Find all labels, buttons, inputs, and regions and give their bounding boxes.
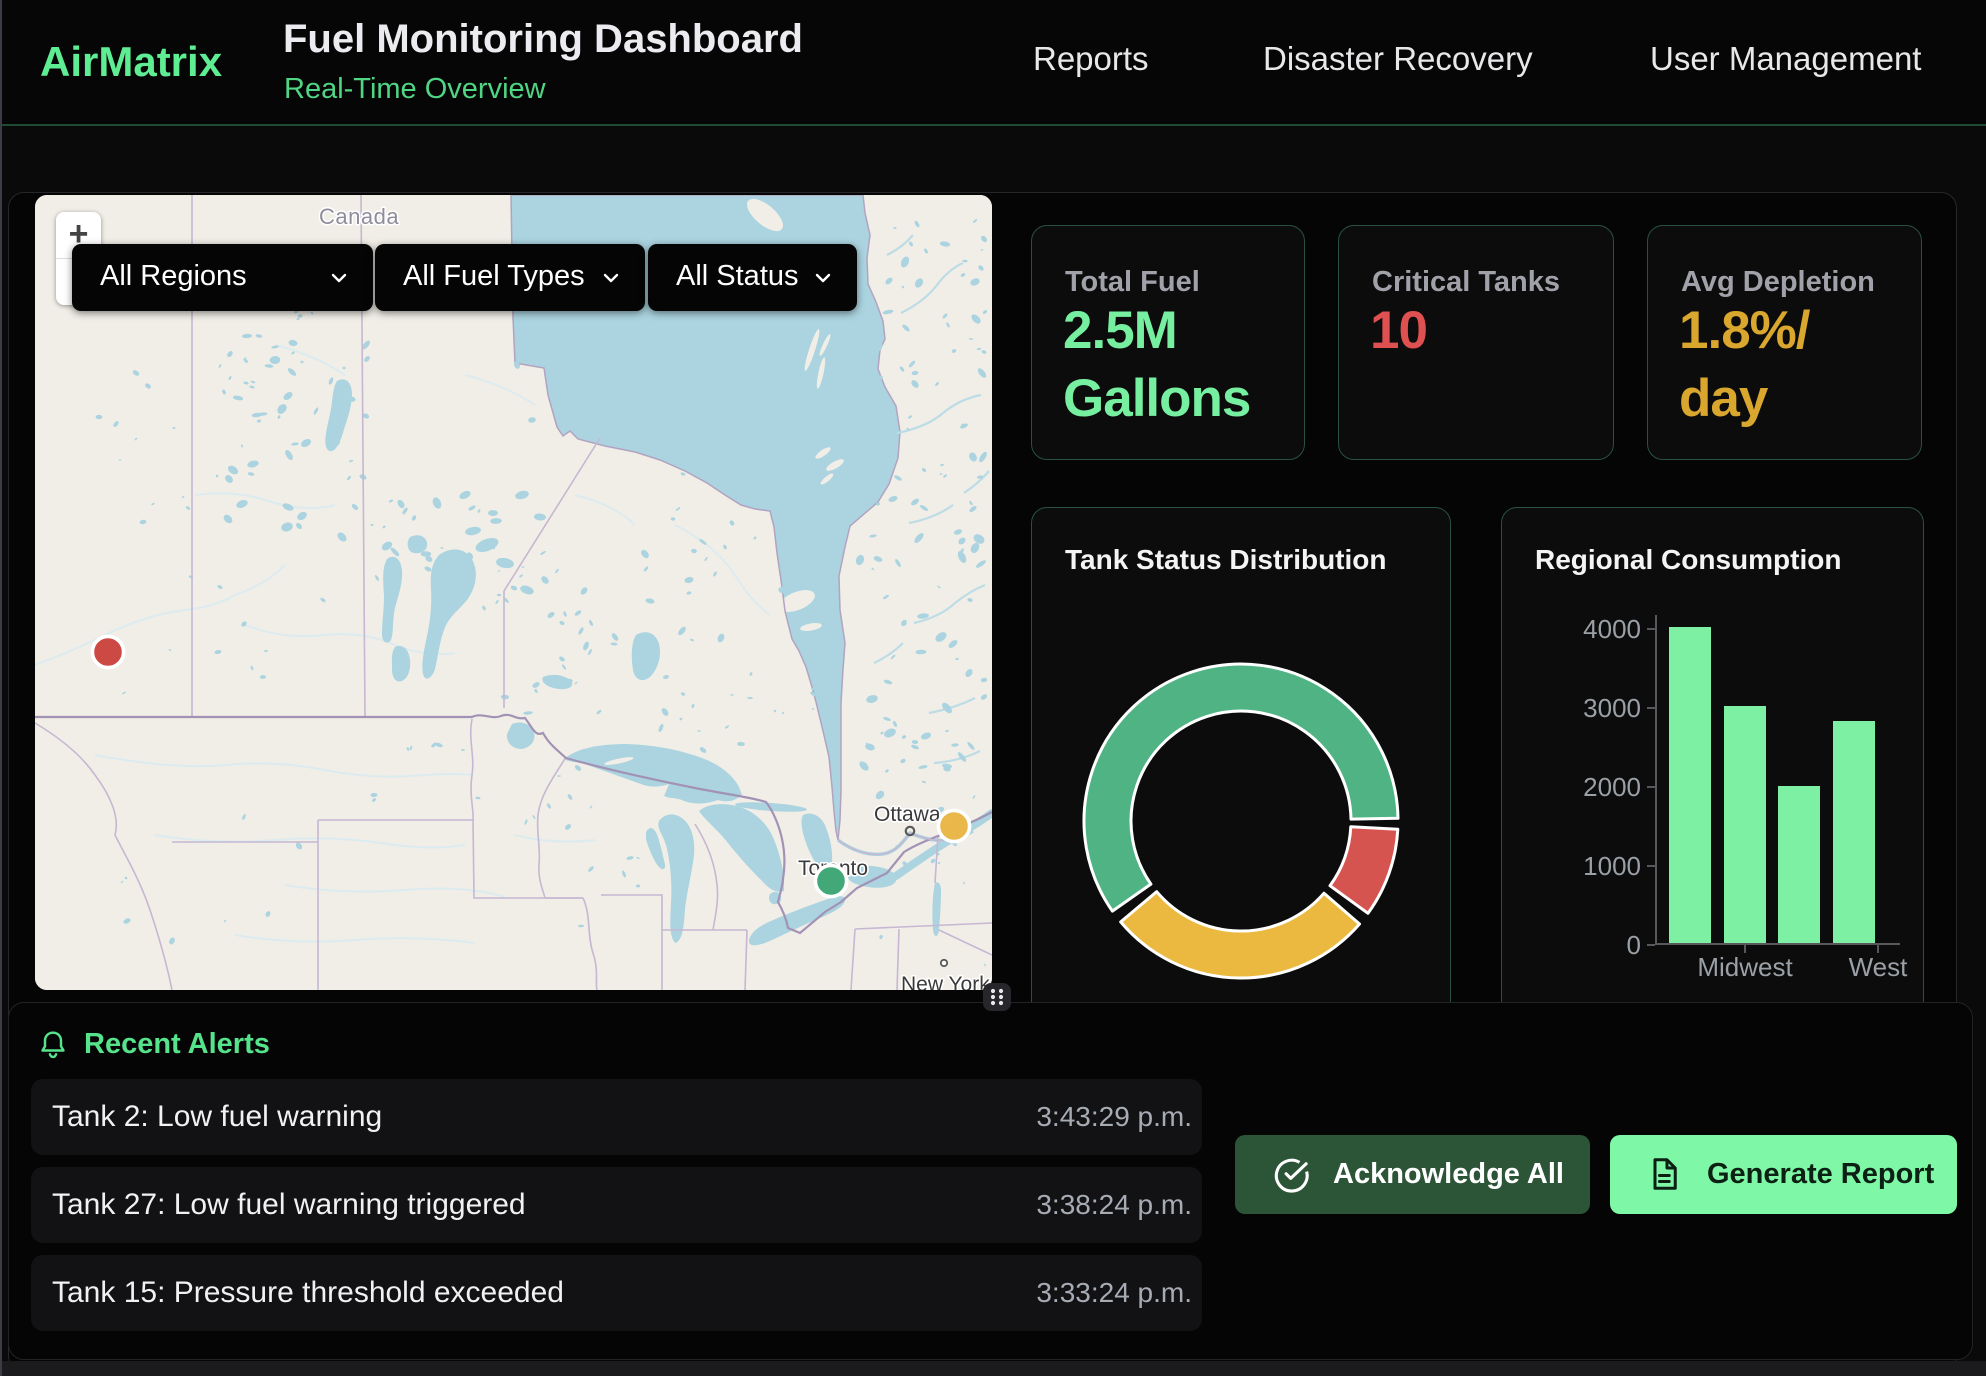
svg-text:Canada: Canada (319, 204, 399, 229)
svg-text:Ottawa: Ottawa (874, 803, 941, 826)
svg-text:New York: New York (901, 973, 990, 990)
